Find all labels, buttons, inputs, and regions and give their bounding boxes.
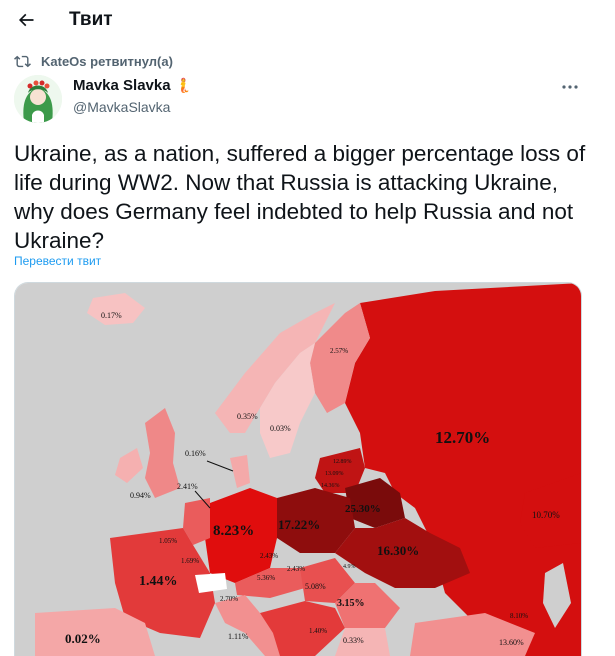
label-estonia: 12.89% [333, 459, 352, 465]
more-horizontal-icon [562, 85, 578, 89]
label-romania: 3.15% [337, 598, 365, 609]
label-russia: 12.70% [435, 428, 490, 447]
retweet-icon [14, 55, 31, 67]
page-title: Твит [69, 9, 113, 30]
avatar-image [14, 75, 62, 123]
label-slovakia: 2.43% [287, 565, 305, 573]
label-moldova: 4.9% [343, 564, 356, 570]
label-switzerland: 2.70% [220, 595, 238, 603]
label-sweden: 0.03% [270, 424, 291, 433]
label-iceland: 0.17% [101, 311, 122, 320]
label-luxembourg: 1.69% [181, 557, 199, 565]
label-finland: 2.57% [330, 347, 348, 355]
author-name-row[interactable]: Mavka Slavka 🧜 [73, 77, 192, 94]
label-italy: 1.11% [228, 632, 249, 641]
label-yugoslavia: 1.40% [309, 627, 327, 635]
label-ukraine: 16.30% [377, 543, 419, 558]
author-handle[interactable]: @MavkaSlavka [73, 99, 170, 115]
label-czech: 2.43% [260, 552, 278, 560]
label-poland: 17.22% [278, 517, 320, 532]
more-options-button[interactable] [556, 78, 584, 96]
label-latvia: 13.09% [325, 471, 344, 477]
avatar[interactable] [14, 75, 62, 123]
label-kazakh: 10.70% [532, 510, 560, 520]
label-hungary: 5.08% [305, 582, 326, 591]
label-uk: 0.94% [130, 491, 151, 500]
label-turkey: 13.60% [499, 638, 524, 647]
tweet-media-map[interactable]: 12.70% 8.23% 17.22% 25.30% 16.30% 1.44% … [14, 282, 582, 656]
label-belgium: 1.05% [159, 537, 177, 545]
label-bulgaria: 0.33% [343, 636, 364, 645]
label-netherlands: 2.41% [177, 482, 198, 491]
author-name: Mavka Slavka [73, 77, 171, 94]
label-belarus: 25.30% [345, 503, 381, 515]
label-spain: 0.02% [65, 631, 101, 646]
tweet-text: Ukraine, as a nation, suffered a bigger … [14, 141, 586, 253]
mermaid-emoji: 🧜 [174, 77, 193, 93]
retweet-context[interactable]: KateOs ретвитнул(а) [14, 52, 173, 70]
label-lithuania: 14.36% [321, 483, 340, 489]
ww2-losses-map: 12.70% 8.23% 17.22% 25.30% 16.30% 1.44% … [15, 283, 581, 656]
label-austria: 5.36% [257, 574, 275, 582]
back-button[interactable] [8, 2, 44, 38]
label-norway: 0.35% [237, 412, 258, 421]
label-france: 1.44% [139, 574, 178, 589]
retweet-label: KateOs ретвитнул(а) [41, 53, 173, 69]
label-denmark: 0.16% [185, 449, 206, 458]
translate-tweet-link[interactable]: Перевести твит [14, 254, 101, 268]
header: Твит [0, 0, 615, 40]
arrow-left-icon [18, 13, 34, 27]
label-georgia: 8.10% [510, 612, 528, 620]
label-germany: 8.23% [213, 523, 254, 539]
